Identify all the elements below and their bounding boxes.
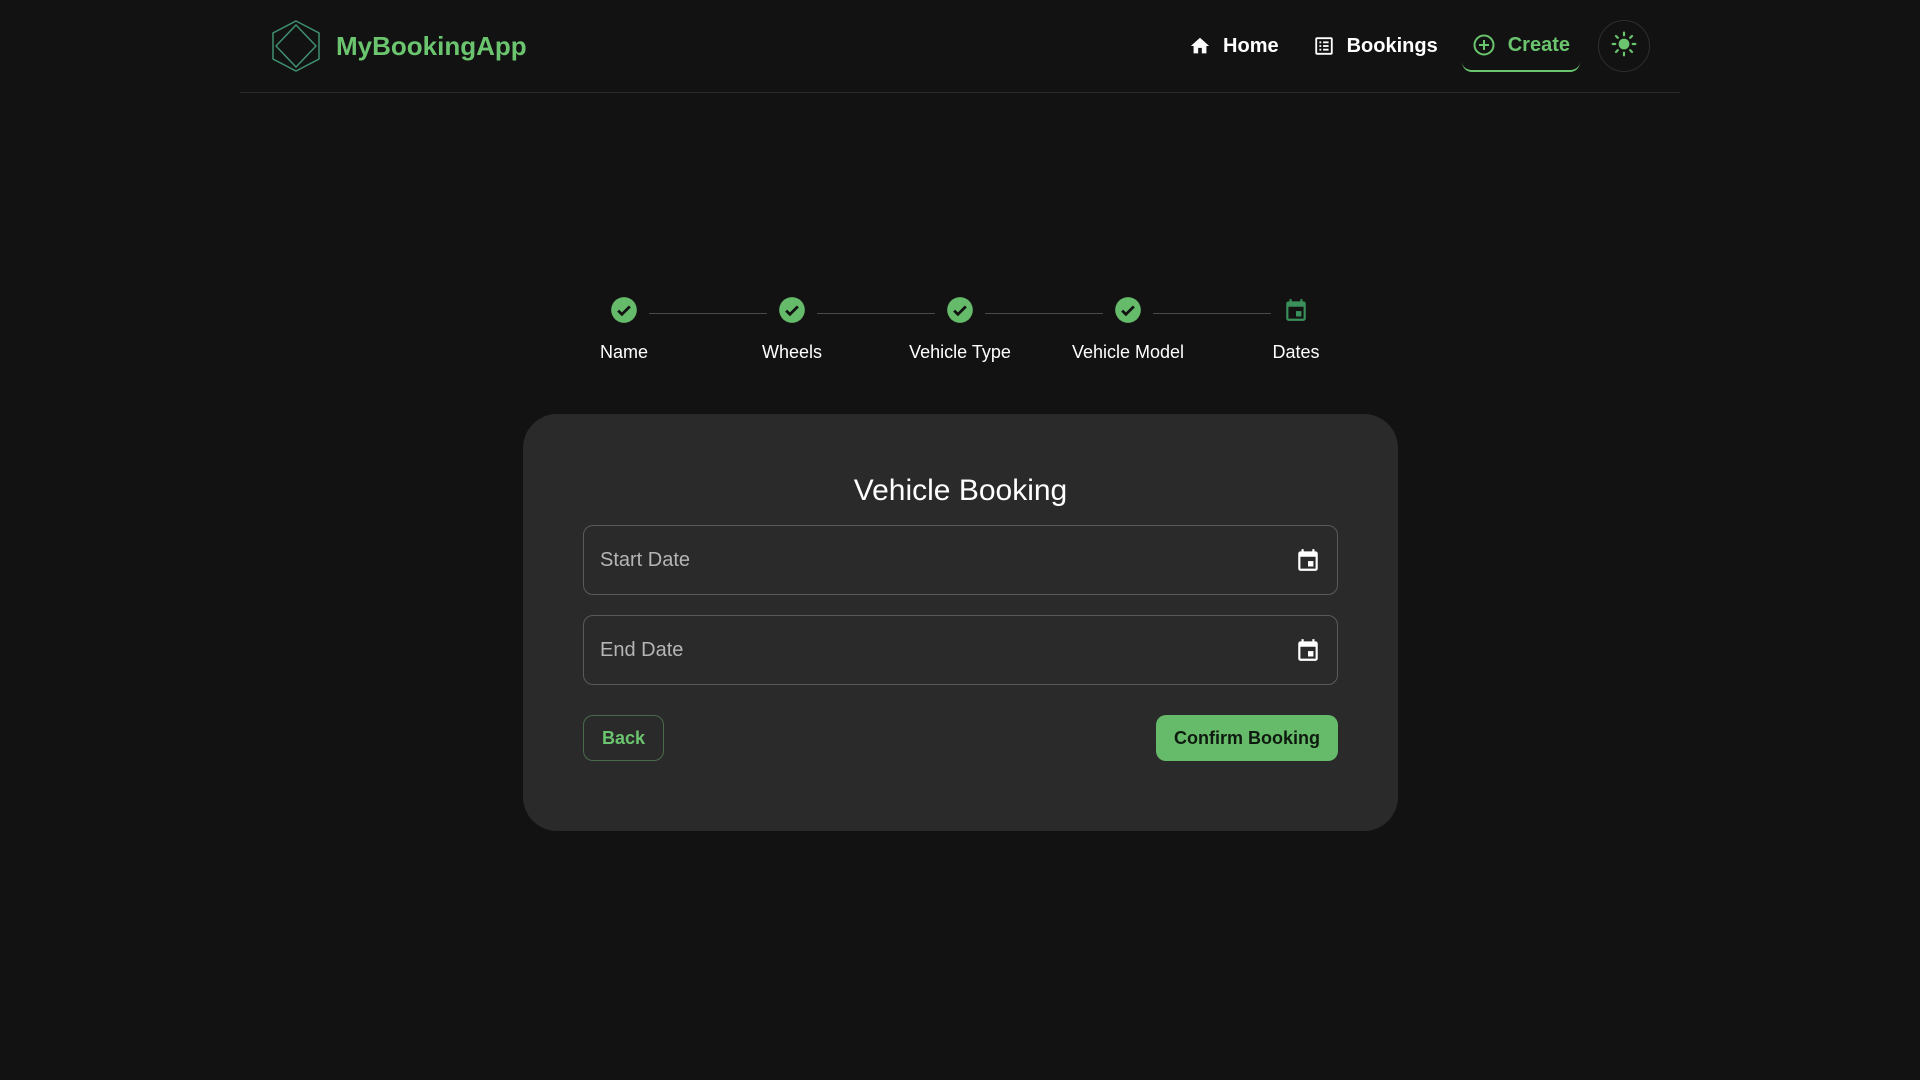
brand-name: MyBookingApp	[336, 30, 527, 61]
calendar-icon[interactable]	[1295, 547, 1321, 573]
nav-home[interactable]: Home	[1179, 20, 1289, 72]
end-date-field[interactable]	[583, 615, 1338, 685]
theme-toggle-button[interactable]	[1598, 20, 1650, 72]
back-button[interactable]: Back	[583, 715, 664, 761]
check-circle-icon	[610, 296, 638, 324]
step-name: Name	[540, 296, 708, 363]
step-label: Vehicle Type	[909, 342, 1011, 362]
step-label: Wheels	[761, 342, 823, 362]
main-nav: Home Bookings Create	[1165, 19, 1650, 73]
card-title: Vehicle Booking	[853, 474, 1068, 507]
step-label: Vehicle Model	[1071, 342, 1185, 362]
nav-create-label: Create	[1507, 33, 1570, 56]
add-circle-icon	[1472, 33, 1496, 57]
nav-bookings[interactable]: Bookings	[1303, 20, 1448, 72]
step-wheels: Wheels	[708, 296, 876, 363]
start-date-input[interactable]	[600, 548, 1295, 572]
hexagon-cube-logo-icon	[270, 19, 322, 73]
check-circle-icon	[946, 296, 974, 324]
end-date-input[interactable]	[600, 638, 1295, 662]
app-header: MyBookingApp Home Bookings Create	[240, 0, 1680, 93]
step-vehicle-model: Vehicle Model	[1044, 296, 1212, 363]
step-vehicle-type: Vehicle Type	[876, 296, 1044, 363]
booking-card: Vehicle Booking Back Confirm Booking	[523, 414, 1398, 831]
sun-icon	[1611, 31, 1637, 62]
brand[interactable]: MyBookingApp	[270, 19, 527, 73]
nav-bookings-label: Bookings	[1346, 34, 1438, 57]
step-dates: Dates	[1212, 296, 1380, 363]
confirm-booking-button[interactable]: Confirm Booking	[1156, 715, 1338, 761]
booking-stepper: Name Wheels Vehicle Type Vehicle Model D…	[540, 296, 1380, 376]
home-icon	[1189, 35, 1211, 57]
step-label: Dates	[1272, 342, 1320, 362]
check-circle-icon	[778, 296, 806, 324]
list-icon	[1313, 35, 1335, 57]
step-label: Name	[599, 342, 648, 362]
start-date-field[interactable]	[583, 525, 1338, 595]
nav-home-label: Home	[1223, 34, 1279, 57]
check-circle-icon	[1114, 296, 1142, 324]
nav-create[interactable]: Create	[1461, 20, 1580, 72]
calendar-icon[interactable]	[1295, 637, 1321, 663]
calendar-icon	[1282, 296, 1310, 324]
